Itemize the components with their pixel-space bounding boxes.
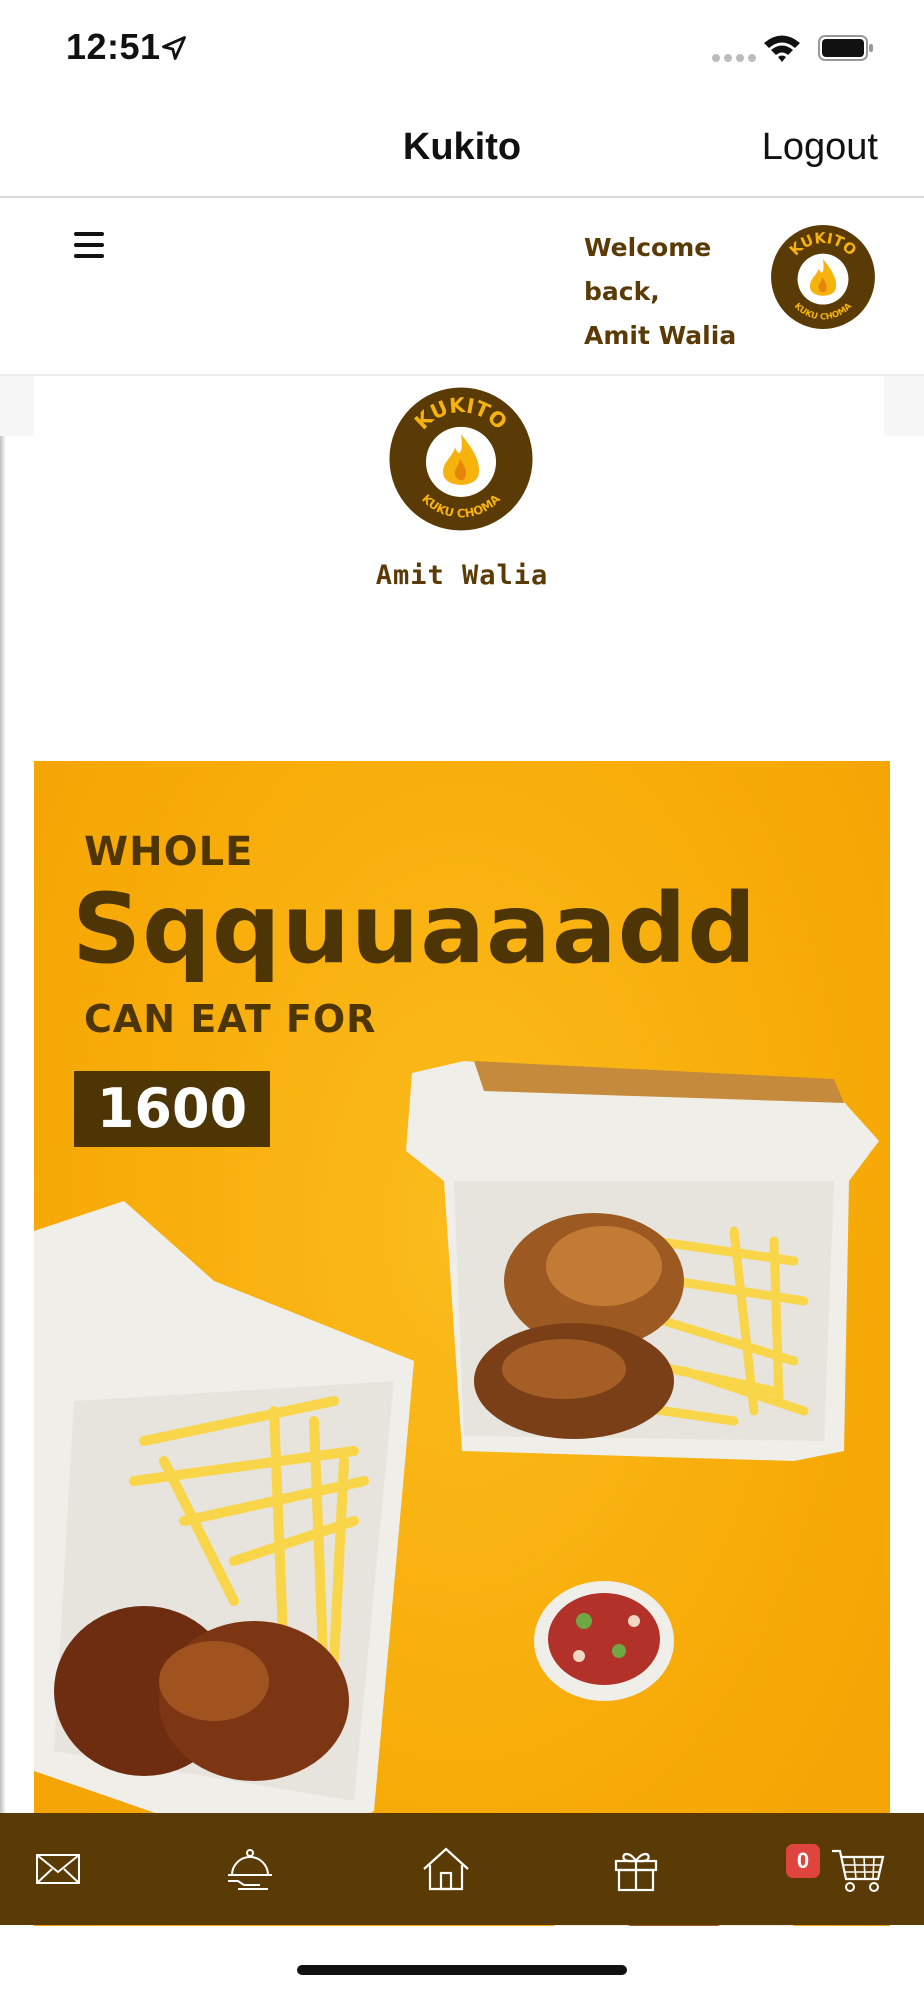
status-bar: 12:51 [0, 0, 924, 100]
battery-icon [818, 35, 873, 61]
welcome-message: Welcome back, Amit Walia [584, 226, 774, 358]
promo-line-2: Sqquuaaadd [72, 873, 758, 985]
app-header: Welcome back, Amit Walia KUKITO KUKU CHO… [0, 198, 924, 376]
welcome-line-1: Welcome back, [584, 233, 712, 306]
promo-line-1: WHOLE [84, 829, 254, 875]
logout-button[interactable]: Logout [762, 126, 878, 169]
menu-icon[interactable] [74, 232, 104, 258]
cart-count-badge: 0 [786, 1844, 820, 1878]
welcome-user-name: Amit Walia [584, 321, 737, 350]
kukito-logo: KUKITO KUKU CHOMA [771, 225, 875, 329]
promo-price: 1600 [74, 1071, 270, 1147]
home-indicator[interactable] [297, 1965, 627, 1975]
status-time: 12:51 [66, 26, 161, 67]
cellular-signal-icon [712, 54, 756, 62]
profile-avatar: KUKITO KUKU CHOMA [389, 387, 533, 531]
profile-name: Amit Walia [375, 560, 549, 591]
food-tray-icon[interactable] [220, 1839, 280, 1899]
mail-icon[interactable] [28, 1839, 88, 1899]
app-content: Welcome back, Amit Walia KUKITO KUKU CHO… [0, 198, 924, 1926]
home-icon[interactable] [416, 1839, 476, 1899]
location-arrow-icon [162, 36, 186, 60]
cart-icon[interactable] [828, 1839, 888, 1899]
navigation-bar: Kukito Logout [0, 100, 924, 198]
gift-icon[interactable] [606, 1839, 666, 1899]
wifi-icon [764, 35, 800, 62]
promo-line-3: CAN EAT FOR [84, 997, 377, 1041]
promo-banner[interactable]: WHOLE Sqquuaaadd CAN EAT FOR 1600 [34, 761, 890, 1926]
